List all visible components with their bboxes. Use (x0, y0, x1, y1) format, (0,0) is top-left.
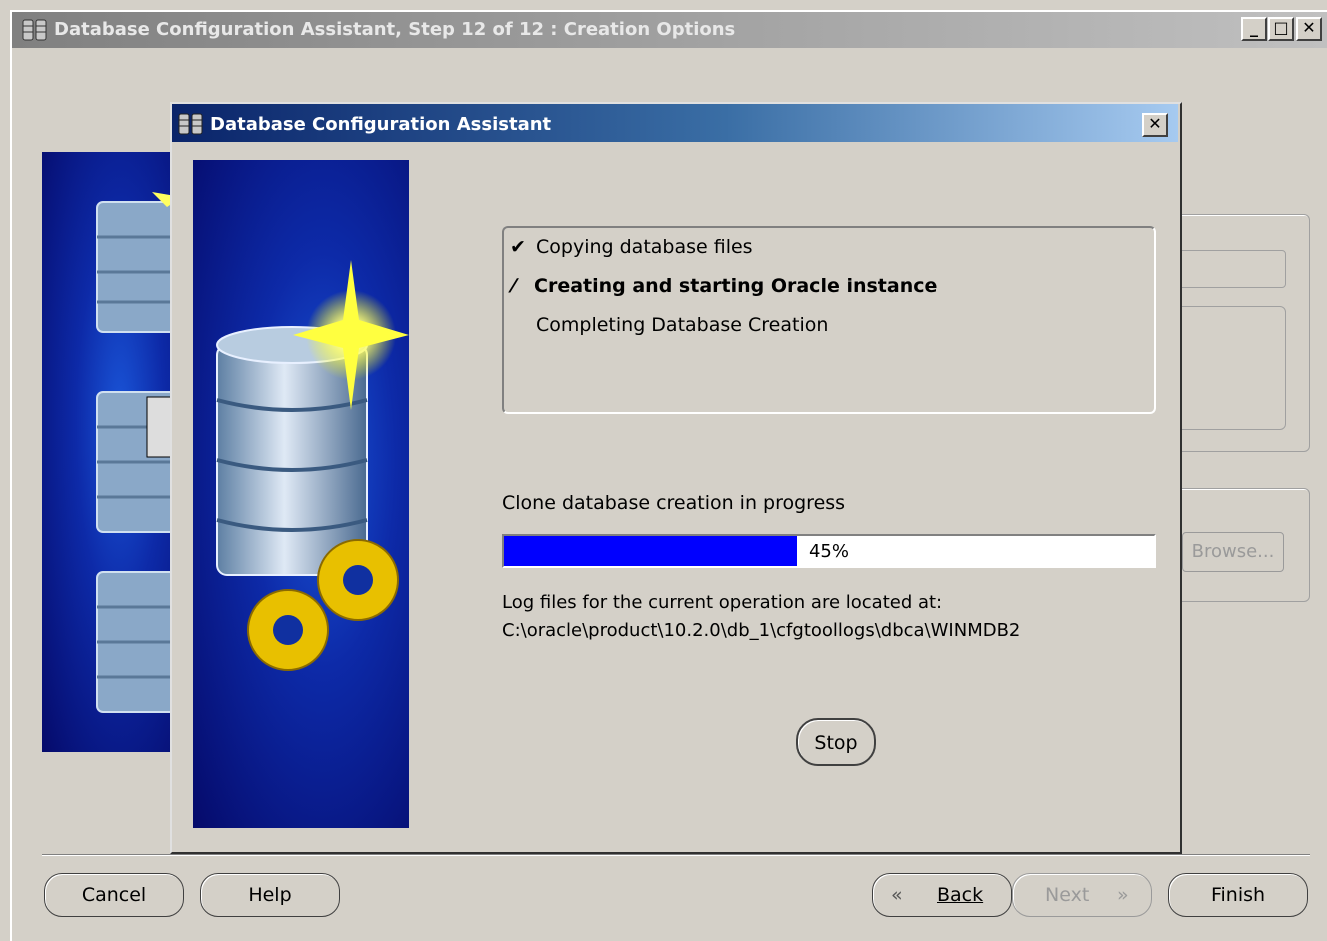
progress-bar: 45% (502, 534, 1156, 568)
back-button-label: Back (937, 884, 984, 906)
back-arrow-icon: « (891, 884, 903, 906)
step-done-icon: ✔ (510, 236, 526, 258)
close-button[interactable]: ✕ (1296, 17, 1322, 41)
dialog-close-button[interactable]: ✕ (1142, 113, 1168, 137)
step-item-completing: Completing Database Creation (536, 314, 829, 336)
background-art-panel (42, 152, 172, 752)
maximize-button[interactable]: □ (1268, 17, 1294, 41)
dialog-app-icon (178, 112, 206, 136)
stop-button[interactable]: Stop (796, 718, 876, 766)
main-window-title: Database Configuration Assistant, Step 1… (54, 19, 736, 40)
cancel-button[interactable]: Cancel (44, 873, 184, 917)
next-arrow-icon: » (1117, 884, 1129, 906)
footer-separator (42, 854, 1310, 856)
background-list-box (1170, 306, 1286, 430)
step-active-icon: ⁄ (512, 275, 516, 297)
log-path: C:\oracle\product\10.2.0\db_1\cfgtoollog… (502, 620, 1021, 641)
next-button[interactable]: Next » (1012, 873, 1152, 917)
step-item-copying: Copying database files (536, 236, 753, 258)
dialog-title: Database Configuration Assistant (210, 114, 552, 135)
log-intro: Log files for the current operation are … (502, 592, 943, 613)
minimize-button[interactable]: _ (1241, 17, 1267, 41)
finish-button[interactable]: Finish (1168, 873, 1308, 917)
app-icon (22, 18, 50, 42)
browse-button[interactable]: Browse... (1182, 532, 1284, 572)
progress-percent: 45% (808, 541, 849, 562)
step-item-creating: Creating and starting Oracle instance (534, 275, 938, 297)
dialog-art-panel (193, 160, 409, 828)
back-button[interactable]: « Back (872, 873, 1012, 917)
help-button[interactable]: Help (200, 873, 340, 917)
next-button-label: Next (1045, 884, 1090, 906)
background-text-field (1170, 250, 1286, 288)
progress-heading: Clone database creation in progress (502, 492, 846, 514)
